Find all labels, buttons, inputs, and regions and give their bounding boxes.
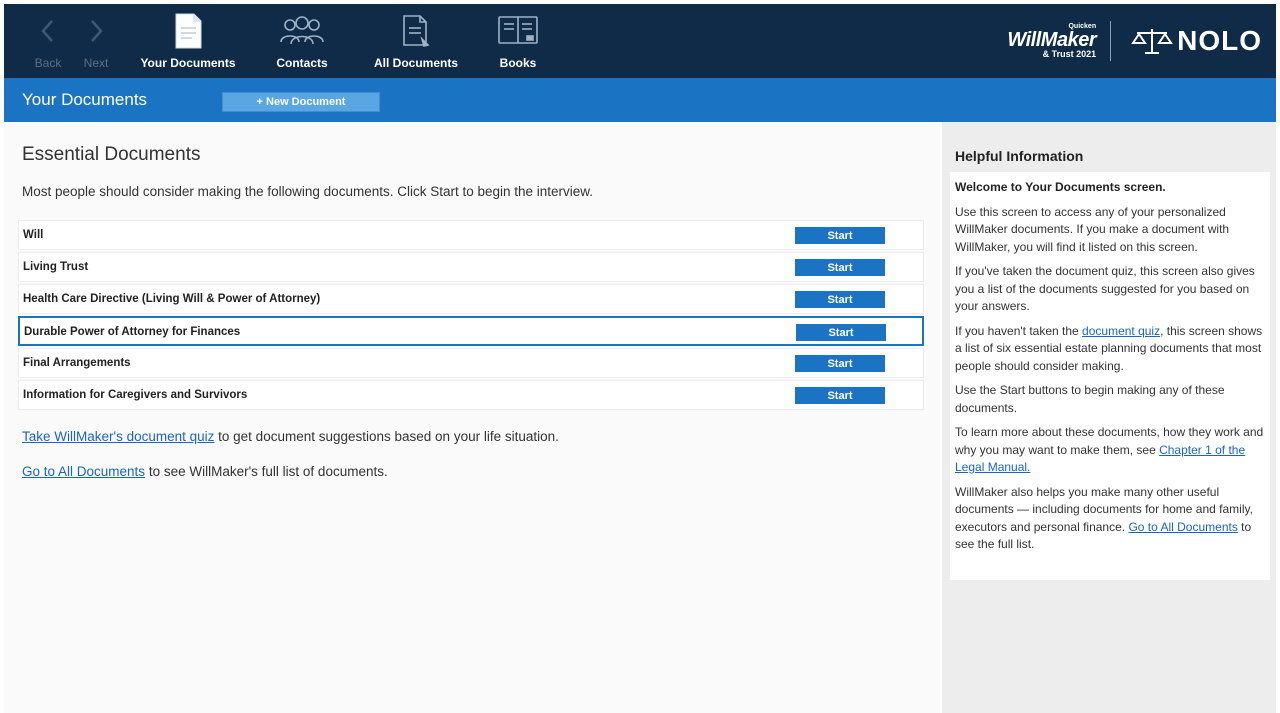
brand-divider xyxy=(1110,21,1112,61)
help-all-documents-link[interactable]: Go to All Documents xyxy=(1128,520,1237,534)
document-name: Information for Caregivers and Survivors xyxy=(23,389,248,401)
next-label: Next xyxy=(83,56,109,70)
document-name: Living Trust xyxy=(23,261,89,273)
book-icon xyxy=(496,12,540,50)
help-document-quiz-link[interactable]: document quiz xyxy=(1082,324,1160,338)
start-button-will[interactable]: Start xyxy=(795,227,885,244)
all-documents-prompt: Go to All Documents to see WillMaker's f… xyxy=(22,464,388,479)
help-panel: Helpful Information Welcome to Your Docu… xyxy=(942,122,1276,713)
document-name: Final Arrangements xyxy=(23,357,131,369)
nav-books[interactable]: Books xyxy=(486,4,550,78)
all-documents-prompt-text: to see WillMaker's full list of document… xyxy=(145,464,388,479)
back-arrow-icon xyxy=(39,12,57,50)
help-paragraph: Use this screen to access any of your pe… xyxy=(955,204,1230,254)
help-paragraph: WillMaker also helps you make many other… xyxy=(955,484,1253,552)
document-row-durable-power-of-attorney[interactable]: Durable Power of Attorney for Finances S… xyxy=(18,316,924,346)
help-paragraph: To learn more about these documents, how… xyxy=(955,425,1264,474)
next-arrow-icon xyxy=(87,12,105,50)
all-documents-label: All Documents xyxy=(373,56,458,70)
contacts-label: Contacts xyxy=(276,56,328,70)
back-label: Back xyxy=(34,56,62,70)
document-row-final-arrangements[interactable]: Final Arrangements Start xyxy=(18,348,924,378)
help-content: Welcome to Your Documents screen. Use th… xyxy=(950,172,1270,580)
document-row-caregivers-survivors[interactable]: Information for Caregivers and Survivors… xyxy=(18,380,924,410)
quiz-prompt: Take WillMaker's document quiz to get do… xyxy=(22,429,559,444)
contacts-icon xyxy=(277,12,327,50)
all-documents-link[interactable]: Go to All Documents xyxy=(22,464,145,479)
document-quiz-link[interactable]: Take WillMaker's document quiz xyxy=(22,429,214,444)
help-paragraph: If you've taken the document quiz, this … xyxy=(955,264,1255,313)
new-document-button[interactable]: + New Document xyxy=(222,92,380,112)
nav-all-documents[interactable]: All Documents xyxy=(360,4,472,78)
document-name: Health Care Directive (Living Will & Pow… xyxy=(23,293,321,305)
start-button-caregivers-survivors[interactable]: Start xyxy=(795,387,885,404)
help-paragraph: Use the Start buttons to begin making an… xyxy=(955,383,1225,415)
back-button[interactable]: Back xyxy=(26,4,70,78)
documents-icon xyxy=(400,12,432,50)
document-icon xyxy=(173,12,203,50)
scales-icon xyxy=(1131,29,1173,54)
nav-your-documents[interactable]: Your Documents xyxy=(132,4,244,78)
start-button-durable-power-of-attorney[interactable]: Start xyxy=(796,324,886,341)
your-documents-label: Your Documents xyxy=(140,56,236,70)
document-row-living-trust[interactable]: Living Trust Start xyxy=(18,252,924,282)
quiz-prompt-text: to get document suggestions based on you… xyxy=(214,429,559,444)
document-row-will[interactable]: Will Start xyxy=(18,220,924,250)
willmaker-logo: Quicken WillMaker & Trust 2021 xyxy=(1007,23,1097,59)
help-title: Helpful Information xyxy=(955,148,1084,164)
nav-contacts[interactable]: Contacts xyxy=(264,4,340,78)
top-navigation-bar: Back Next Your Documents Contacts All Do… xyxy=(4,4,1276,78)
section-title: Essential Documents xyxy=(22,144,201,165)
start-button-health-care-directive[interactable]: Start xyxy=(795,291,885,308)
next-button[interactable]: Next xyxy=(74,4,118,78)
intro-text: Most people should consider making the f… xyxy=(22,184,594,199)
document-name: Will xyxy=(23,229,44,241)
page-title: Your Documents xyxy=(22,90,148,109)
books-label: Books xyxy=(499,56,537,70)
document-row-health-care-directive[interactable]: Health Care Directive (Living Will & Pow… xyxy=(18,284,924,314)
brand-area: Quicken WillMaker & Trust 2021 NOLO xyxy=(1007,4,1262,78)
start-button-living-trust[interactable]: Start xyxy=(795,259,885,276)
main-content: Essential Documents Most people should c… xyxy=(4,122,940,713)
help-paragraph: If you haven't taken the document quiz, … xyxy=(955,323,1263,373)
page-header-bar: Your Documents + New Document xyxy=(4,78,1276,122)
document-name: Durable Power of Attorney for Finances xyxy=(24,326,241,338)
document-list: Will Start Living Trust Start Health Car… xyxy=(18,220,924,412)
nolo-logo: NOLO xyxy=(1131,25,1262,57)
help-welcome: Welcome to Your Documents screen. xyxy=(955,180,1166,194)
start-button-final-arrangements[interactable]: Start xyxy=(795,355,885,372)
